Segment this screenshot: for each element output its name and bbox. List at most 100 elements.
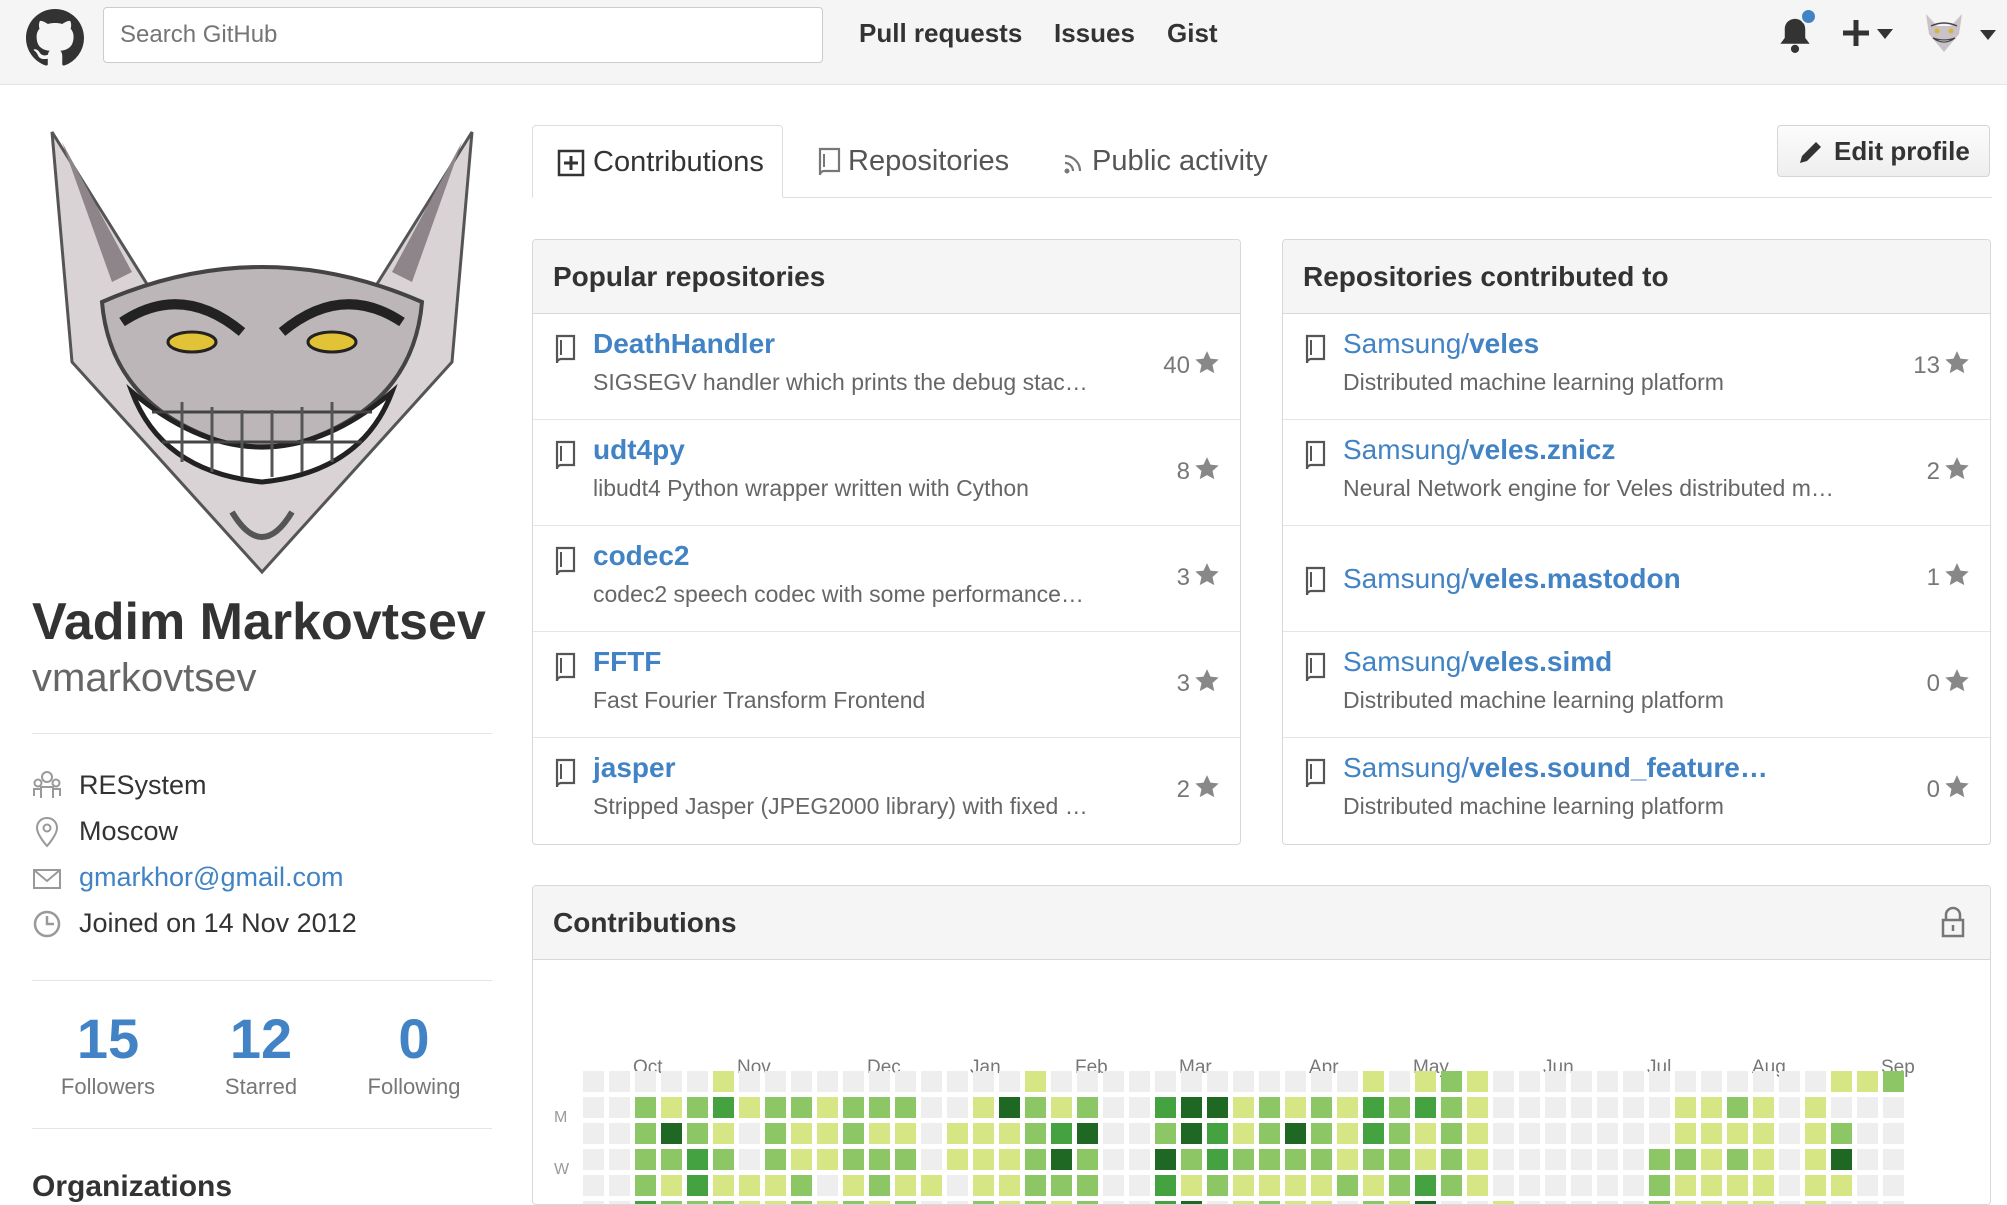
tab-public-activity[interactable]: Public activity: [1058, 125, 1288, 198]
contribution-day[interactable]: [1311, 1097, 1332, 1118]
contribution-day[interactable]: [1025, 1123, 1046, 1144]
contribution-day[interactable]: [1623, 1071, 1644, 1092]
contribution-day[interactable]: [999, 1123, 1020, 1144]
contribution-day[interactable]: [1181, 1071, 1202, 1092]
repo-row[interactable]: Samsung/veles.znicz Neural Network engin…: [1283, 420, 1990, 526]
contribution-day[interactable]: [1649, 1097, 1670, 1118]
contribution-day[interactable]: [1103, 1097, 1124, 1118]
lock-icon[interactable]: [1940, 906, 1966, 938]
contribution-day[interactable]: [1259, 1123, 1280, 1144]
contribution-day[interactable]: [1207, 1201, 1228, 1204]
repo-row[interactable]: Samsung/veles Distributed machine learni…: [1283, 314, 1990, 420]
contribution-day[interactable]: [1285, 1071, 1306, 1092]
contribution-day[interactable]: [635, 1123, 656, 1144]
contribution-day[interactable]: [1883, 1071, 1904, 1092]
contribution-day[interactable]: [1727, 1097, 1748, 1118]
contribution-day[interactable]: [1103, 1149, 1124, 1170]
contribution-day[interactable]: [1207, 1149, 1228, 1170]
contribution-day[interactable]: [1857, 1123, 1878, 1144]
contribution-day[interactable]: [921, 1097, 942, 1118]
contribution-day[interactable]: [1025, 1071, 1046, 1092]
contribution-day[interactable]: [921, 1123, 942, 1144]
contribution-day[interactable]: [1415, 1123, 1436, 1144]
contribution-day[interactable]: [843, 1123, 864, 1144]
contribution-day[interactable]: [1077, 1201, 1098, 1204]
contribution-day[interactable]: [843, 1071, 864, 1092]
contribution-day[interactable]: [1519, 1071, 1540, 1092]
contribution-day[interactable]: [1779, 1149, 1800, 1170]
contribution-day[interactable]: [999, 1097, 1020, 1118]
contribution-day[interactable]: [1051, 1149, 1072, 1170]
contribution-day[interactable]: [947, 1123, 968, 1144]
contribution-day[interactable]: [1623, 1201, 1644, 1204]
contribution-day[interactable]: [1155, 1123, 1176, 1144]
contribution-day[interactable]: [895, 1175, 916, 1196]
contribution-day[interactable]: [1181, 1149, 1202, 1170]
contribution-day[interactable]: [1077, 1149, 1098, 1170]
contribution-day[interactable]: [947, 1149, 968, 1170]
repo-name-link[interactable]: udt4py: [593, 434, 685, 466]
contribution-day[interactable]: [869, 1071, 890, 1092]
contribution-day[interactable]: [869, 1201, 890, 1204]
contribution-day[interactable]: [1883, 1149, 1904, 1170]
contribution-day[interactable]: [1519, 1123, 1540, 1144]
contribution-day[interactable]: [1753, 1097, 1774, 1118]
contribution-day[interactable]: [1545, 1097, 1566, 1118]
contribution-day[interactable]: [583, 1149, 604, 1170]
contribution-day[interactable]: [1077, 1071, 1098, 1092]
contribution-day[interactable]: [817, 1097, 838, 1118]
contribution-day[interactable]: [1207, 1071, 1228, 1092]
contribution-day[interactable]: [1701, 1071, 1722, 1092]
contribution-day[interactable]: [1181, 1097, 1202, 1118]
contribution-day[interactable]: [1233, 1149, 1254, 1170]
contribution-day[interactable]: [1025, 1097, 1046, 1118]
contribution-day[interactable]: [765, 1149, 786, 1170]
contribution-day[interactable]: [1259, 1201, 1280, 1204]
contribution-day[interactable]: [947, 1201, 968, 1204]
repo-name-link[interactable]: Samsung/veles.znicz: [1343, 434, 1615, 466]
contribution-day[interactable]: [1675, 1071, 1696, 1092]
contribution-day[interactable]: [1519, 1097, 1540, 1118]
contribution-day[interactable]: [609, 1175, 630, 1196]
contribution-day[interactable]: [1259, 1149, 1280, 1170]
contribution-day[interactable]: [1831, 1201, 1852, 1204]
repo-row[interactable]: FFTF Fast Fourier Transform Frontend 3: [533, 632, 1240, 738]
contribution-day[interactable]: [1051, 1097, 1072, 1118]
contribution-day[interactable]: [1727, 1149, 1748, 1170]
contribution-day[interactable]: [1285, 1097, 1306, 1118]
contribution-day[interactable]: [1675, 1149, 1696, 1170]
contribution-day[interactable]: [1233, 1097, 1254, 1118]
contribution-day[interactable]: [765, 1097, 786, 1118]
contribution-day[interactable]: [1415, 1071, 1436, 1092]
contribution-day[interactable]: [1571, 1149, 1592, 1170]
contribution-day[interactable]: [1467, 1149, 1488, 1170]
contribution-day[interactable]: [1623, 1149, 1644, 1170]
contribution-day[interactable]: [1883, 1123, 1904, 1144]
contribution-day[interactable]: [1259, 1097, 1280, 1118]
contribution-day[interactable]: [895, 1097, 916, 1118]
contribution-day[interactable]: [1519, 1149, 1540, 1170]
contribution-day[interactable]: [1441, 1201, 1462, 1204]
contribution-day[interactable]: [1571, 1175, 1592, 1196]
contribution-day[interactable]: [843, 1201, 864, 1204]
profile-avatar[interactable]: [32, 122, 492, 582]
contribution-day[interactable]: [661, 1123, 682, 1144]
contribution-day[interactable]: [817, 1175, 838, 1196]
contribution-day[interactable]: [1103, 1175, 1124, 1196]
contribution-day[interactable]: [1389, 1097, 1410, 1118]
contribution-day[interactable]: [661, 1149, 682, 1170]
contribution-day[interactable]: [1415, 1097, 1436, 1118]
contribution-day[interactable]: [1025, 1149, 1046, 1170]
repo-name-link[interactable]: Samsung/veles.simd: [1343, 646, 1612, 678]
contribution-day[interactable]: [1363, 1175, 1384, 1196]
contribution-day[interactable]: [687, 1201, 708, 1204]
contribution-day[interactable]: [869, 1097, 890, 1118]
nav-issues[interactable]: Issues: [1054, 18, 1135, 49]
contribution-day[interactable]: [973, 1071, 994, 1092]
repo-name-link[interactable]: codec2: [593, 540, 690, 572]
contribution-day[interactable]: [817, 1201, 838, 1204]
contribution-day[interactable]: [1311, 1123, 1332, 1144]
contribution-day[interactable]: [1701, 1201, 1722, 1204]
contribution-day[interactable]: [1441, 1175, 1462, 1196]
contribution-day[interactable]: [1545, 1175, 1566, 1196]
